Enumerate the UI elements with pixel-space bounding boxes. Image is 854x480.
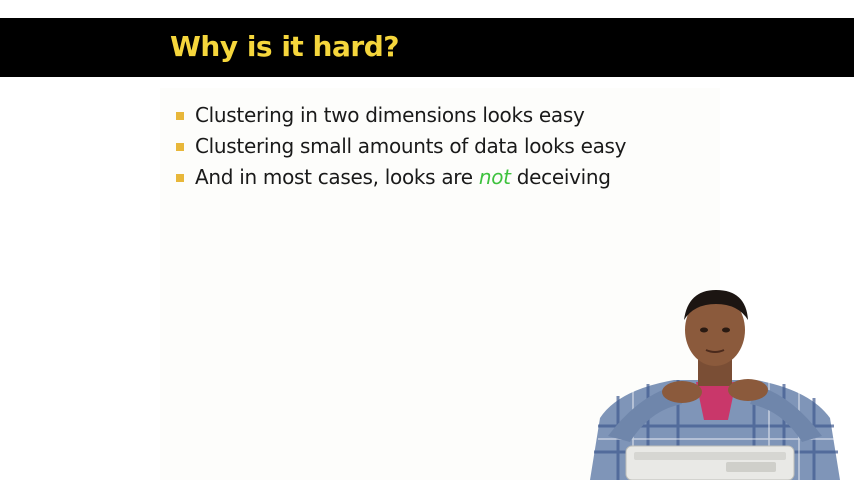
video-frame: Why is it hard? Clustering in two dimens… (0, 0, 854, 480)
square-bullet-icon (176, 112, 184, 120)
square-bullet-icon (176, 143, 184, 151)
presenter-video-overlay (578, 286, 854, 480)
bullet-item: Clustering small amounts of data looks e… (176, 131, 627, 162)
top-margin (0, 0, 854, 18)
presenter-figure (590, 290, 840, 480)
bullet-item: Clustering in two dimensions looks easy (176, 100, 626, 131)
bullet-text: And in most cases, looks are (195, 165, 479, 189)
bullet-text-tail: deceiving (510, 165, 611, 189)
bullet-list: Clustering in two dimensions looks easy … (176, 100, 627, 193)
slide-title: Why is it hard? (170, 30, 399, 63)
bullet-item: And in most cases, looks are not deceivi… (176, 162, 626, 193)
square-bullet-icon (176, 174, 184, 182)
slide-title-bar: Why is it hard? (0, 18, 854, 77)
bullet-emphasis: not (478, 165, 511, 189)
bullet-text: Clustering small amounts of data looks e… (195, 134, 627, 158)
bullet-text: Clustering in two dimensions looks easy (195, 103, 585, 127)
